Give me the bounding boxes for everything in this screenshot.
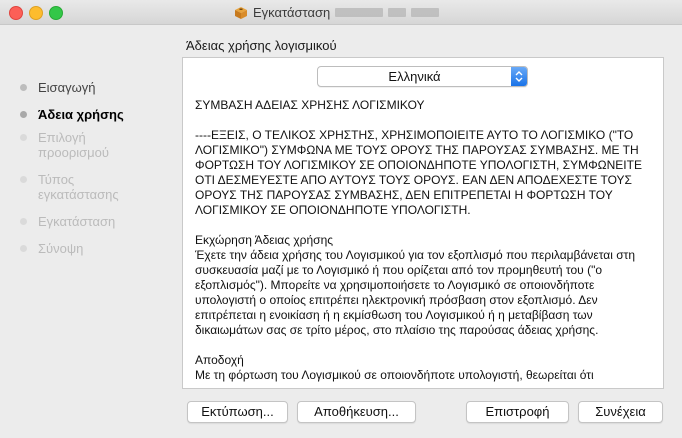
step-bullet-icon: [20, 245, 27, 252]
package-icon: [234, 6, 248, 19]
print-button[interactable]: Εκτύπωση...: [187, 401, 288, 423]
minimize-button[interactable]: [29, 6, 43, 20]
step-bullet-icon: [20, 176, 27, 183]
language-select-value: Ελληνικά: [388, 69, 441, 84]
title-bar[interactable]: Εγκατάσταση: [0, 0, 682, 25]
step-label: Επιλογή προορισμού: [38, 130, 109, 160]
window-title: Εγκατάσταση: [253, 4, 331, 20]
license-panel: Ελληνικά ΣΥΜΒΑΣΗ ΑΔΕΙΑΣ ΧΡΗΣΗΣ ΛΟΓΙΣΜΙΚΟ…: [182, 57, 664, 389]
zoom-button[interactable]: [49, 6, 63, 20]
language-select[interactable]: Ελληνικά: [317, 66, 528, 87]
redacted-text: [335, 7, 384, 17]
accept-heading: Αποδοχή: [195, 353, 244, 367]
step-license: Άδεια χρήσης: [20, 107, 170, 122]
license-title: ΣΥΜΒΑΣΗ ΑΔΕΙΑΣ ΧΡΗΣΗΣ ΛΟΓΙΣΜΙΚΟΥ: [195, 98, 425, 112]
step-bullet-icon: [20, 218, 27, 225]
step-destination: Επιλογή προορισμού: [20, 130, 138, 160]
back-button[interactable]: Επιστροφή: [466, 401, 569, 423]
page-title: Άδειας χρήσης λογισμικού: [186, 38, 337, 53]
redacted-text: [388, 7, 407, 17]
chevron-updown-icon[interactable]: [511, 67, 527, 86]
step-label: Τύπος εγκατάστασης: [38, 172, 119, 202]
step-introduction: Εισαγωγή: [20, 80, 170, 95]
step-label: Εγκατάσταση: [38, 214, 116, 229]
redacted-text: [411, 7, 440, 17]
window-title-group: Εγκατάσταση: [234, 4, 440, 20]
installer-window: Εγκατάσταση Άδειας χρήσης λογισμικού Εισ…: [0, 0, 682, 438]
step-summary: Σύνοψη: [20, 241, 170, 256]
grant-heading: Εκχώρηση Άδειας χρήσης: [195, 233, 334, 247]
step-installation: Εγκατάσταση: [20, 214, 170, 229]
continue-button[interactable]: Συνέχεια: [578, 401, 663, 423]
accept-body: Με τη φόρτωση του Λογισμικού σε οποιονδή…: [195, 368, 594, 382]
close-button[interactable]: [9, 6, 23, 20]
step-bullet-icon: [20, 111, 27, 118]
installer-steps: Εισαγωγή Άδεια χρήσης Επιλογή προορισμού…: [20, 80, 170, 256]
step-bullet-icon: [20, 134, 27, 141]
license-intro: ----ΕΞΕΙΣ, Ο ΤΕΛΙΚΟΣ ΧΡΗΣΤΗΣ, ΧΡΗΣΙΜΟΠΟΙ…: [195, 128, 642, 217]
step-installation-type: Τύπος εγκατάστασης: [20, 172, 148, 202]
step-label: Σύνοψη: [38, 241, 84, 256]
save-button[interactable]: Αποθήκευση...: [297, 401, 416, 423]
step-bullet-icon: [20, 84, 27, 91]
step-label: Εισαγωγή: [38, 80, 96, 95]
grant-body: Έχετε την άδεια χρήσης του Λογισμικού γι…: [195, 248, 636, 337]
license-text[interactable]: ΣΥΜΒΑΣΗ ΑΔΕΙΑΣ ΧΡΗΣΗΣ ΛΟΓΙΣΜΙΚΟΥ ----ΕΞΕ…: [195, 98, 653, 386]
step-label: Άδεια χρήσης: [38, 107, 124, 122]
